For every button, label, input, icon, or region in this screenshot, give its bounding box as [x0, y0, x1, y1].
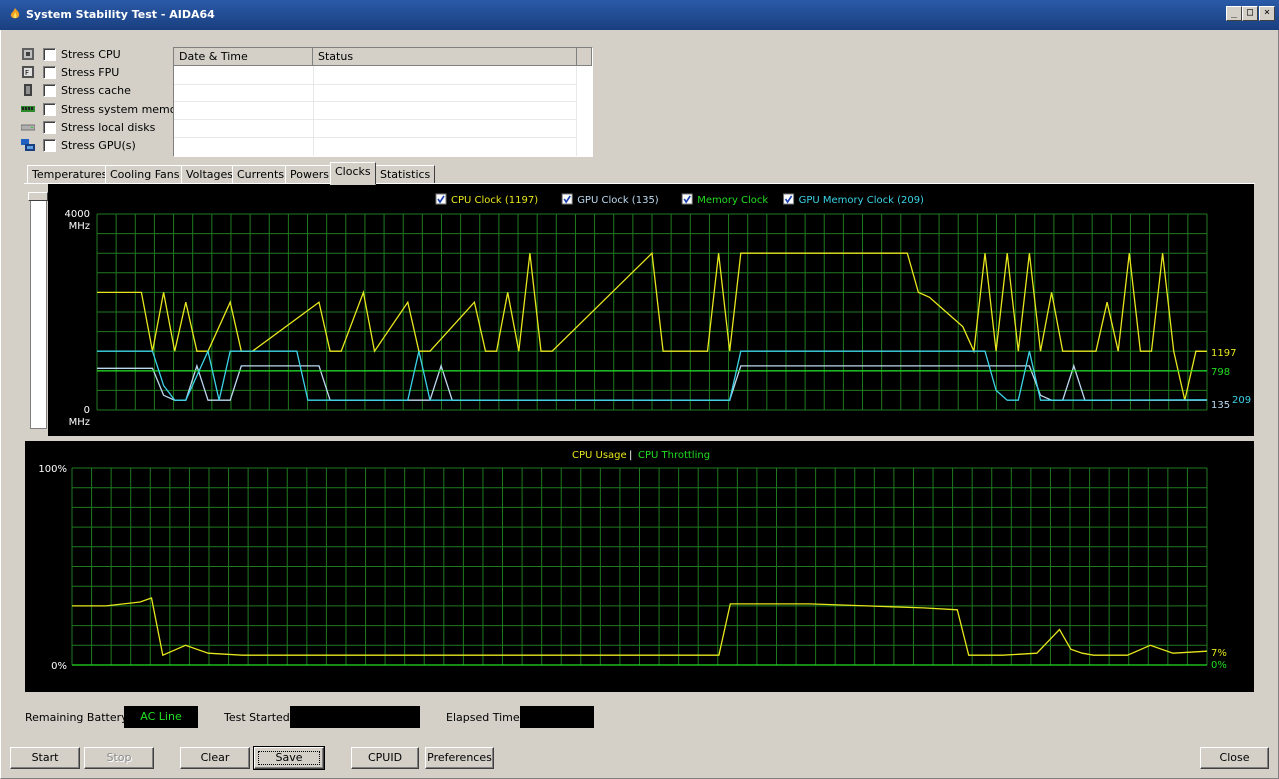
stress-fpu-checkbox[interactable] [43, 65, 56, 79]
y-axis-unit-top: MHz [69, 221, 90, 232]
stress-option-memory[interactable]: Stress system memory [21, 101, 188, 117]
tab-voltages[interactable]: Voltages [181, 165, 238, 184]
stress-disks-label: Stress local disks [61, 120, 156, 134]
legend-checkbox[interactable] [561, 193, 573, 205]
disk-icon [21, 124, 35, 131]
clocks-chart: CPU Clock (1197) GPU Clock (135) Memory Cl… [65, 193, 1251, 428]
cpu-clock-current-value: 1197 [1211, 348, 1236, 359]
test-started-value [290, 706, 420, 728]
gpu-icon [21, 139, 35, 151]
row-divider [174, 137, 576, 138]
stress-option-fpu[interactable]: F Stress FPU [21, 64, 119, 80]
chart-scroll-thumb[interactable] [28, 192, 48, 201]
gpu-memory-clock-current-value: 209 [1232, 395, 1251, 406]
stress-memory-label: Stress system memory [61, 102, 188, 116]
stress-cache-label: Stress cache [61, 83, 131, 97]
y-axis-min-label: 0 [84, 405, 90, 416]
legend-separator: | [629, 450, 632, 461]
legend-item-1[interactable]: GPU Clock (135) [561, 193, 659, 206]
test-started-label: Test Started: [224, 711, 294, 724]
close-window-button[interactable]: × [1259, 6, 1275, 21]
row-divider [174, 84, 576, 85]
cpu-usage-current-value: 7% [1211, 648, 1227, 659]
legend-label: GPU Clock (135) [577, 195, 659, 206]
stop-button[interactable]: Stop [84, 747, 154, 769]
usage-chart: CPU Usage | CPU Throttling100%0%7%0% [38, 450, 1227, 672]
tab-statistics[interactable]: Statistics [375, 165, 436, 184]
row-divider [174, 119, 576, 120]
cpu-icon [22, 48, 34, 60]
clear-button[interactable]: Clear [180, 747, 250, 769]
usage-chart-panel: CPU Usage | CPU Throttling 100% 0% 7% 0% [25, 441, 1254, 692]
legend-checkbox[interactable] [681, 193, 693, 205]
y-axis-max-label: 100% [38, 464, 67, 475]
cpuid-button[interactable]: CPUID [351, 747, 419, 769]
legend-checkbox[interactable] [435, 193, 447, 205]
row-divider [174, 101, 576, 102]
stress-option-disks[interactable]: Stress local disks [21, 119, 155, 135]
stress-disks-checkbox[interactable] [43, 120, 56, 134]
memory-icon [21, 106, 35, 112]
aida64-flame-icon [10, 8, 20, 19]
cache-icon [24, 84, 32, 96]
svg-text:F: F [25, 69, 29, 77]
legend-item-3[interactable]: GPU Memory Clock (209) [783, 193, 924, 206]
stress-memory-checkbox[interactable] [43, 102, 56, 116]
y-axis-unit-bottom: MHz [69, 417, 90, 428]
tab-clocks[interactable]: Clocks [330, 162, 376, 185]
cpu-throttling-current-value: 0% [1211, 660, 1227, 671]
elapsed-time-value [520, 706, 594, 728]
usage-grid [71, 467, 1208, 666]
maximize-button[interactable]: □ [1242, 6, 1258, 21]
stress-gpu-checkbox[interactable] [43, 138, 56, 152]
column-divider [313, 66, 314, 156]
tab-cooling-fans[interactable]: Cooling Fans [105, 165, 185, 184]
close-button[interactable]: Close [1200, 747, 1269, 769]
column-header-datetime[interactable]: Date & Time [174, 48, 313, 66]
gpu-clock-current-value: 135 [1211, 400, 1230, 411]
chart-scroll-track[interactable] [30, 192, 47, 429]
preferences-button[interactable]: Preferences [425, 747, 494, 769]
log-table[interactable]: Date & Time Status [173, 47, 593, 157]
remaining-battery-label: Remaining Battery: [25, 711, 131, 724]
legend-item-2[interactable]: Memory Clock [681, 193, 768, 206]
tab-temperatures[interactable]: Temperatures [27, 165, 113, 184]
legend-item-0[interactable]: CPU Clock (1197) [435, 193, 538, 206]
tab-currents[interactable]: Currents [232, 165, 290, 184]
remaining-battery-value: AC Line [124, 706, 198, 728]
stress-fpu-label: Stress FPU [61, 65, 120, 79]
legend-label: GPU Memory Clock (209) [799, 195, 924, 206]
column-header-spacer [577, 48, 592, 66]
save-button[interactable]: Save [253, 746, 325, 770]
column-divider [576, 66, 577, 156]
legend-cpu-throttling: CPU Throttling [638, 450, 710, 461]
stress-cache-checkbox[interactable] [43, 83, 56, 97]
window-title: System Stability Test - AIDA64 [26, 8, 215, 21]
column-header-status[interactable]: Status [313, 48, 577, 66]
stress-option-gpu[interactable]: Stress GPU(s) [21, 137, 136, 153]
fpu-icon: F [22, 66, 34, 78]
stress-gpu-label: Stress GPU(s) [61, 138, 136, 152]
start-button[interactable]: Start [10, 747, 80, 769]
stress-option-cache[interactable]: Stress cache [21, 82, 131, 98]
legend-checkbox[interactable] [783, 193, 795, 205]
stress-cpu-checkbox[interactable] [43, 47, 56, 61]
elapsed-time-label: Elapsed Time: [446, 711, 524, 724]
minimize-button[interactable]: _ [1226, 6, 1242, 21]
legend-label: Memory Clock [697, 195, 768, 206]
legend-label: CPU Clock (1197) [451, 195, 538, 206]
y-axis-min-label: 0% [51, 661, 67, 672]
stress-cpu-label: Stress CPU [61, 47, 121, 61]
memory-clock-current-value: 798 [1211, 367, 1230, 378]
stress-option-cpu[interactable]: Stress CPU [21, 46, 121, 62]
legend-cpu-usage: CPU Usage [572, 450, 627, 461]
clocks-chart-panel: CPU Clock (1197) GPU Clock (135) Memory Cl… [48, 184, 1254, 436]
title-bar[interactable]: System Stability Test - AIDA64 _ □ × [0, 0, 1279, 30]
clocks-grid [96, 213, 1208, 411]
y-axis-max-label: 4000 [65, 209, 90, 220]
tab-powers[interactable]: Powers [285, 165, 334, 184]
